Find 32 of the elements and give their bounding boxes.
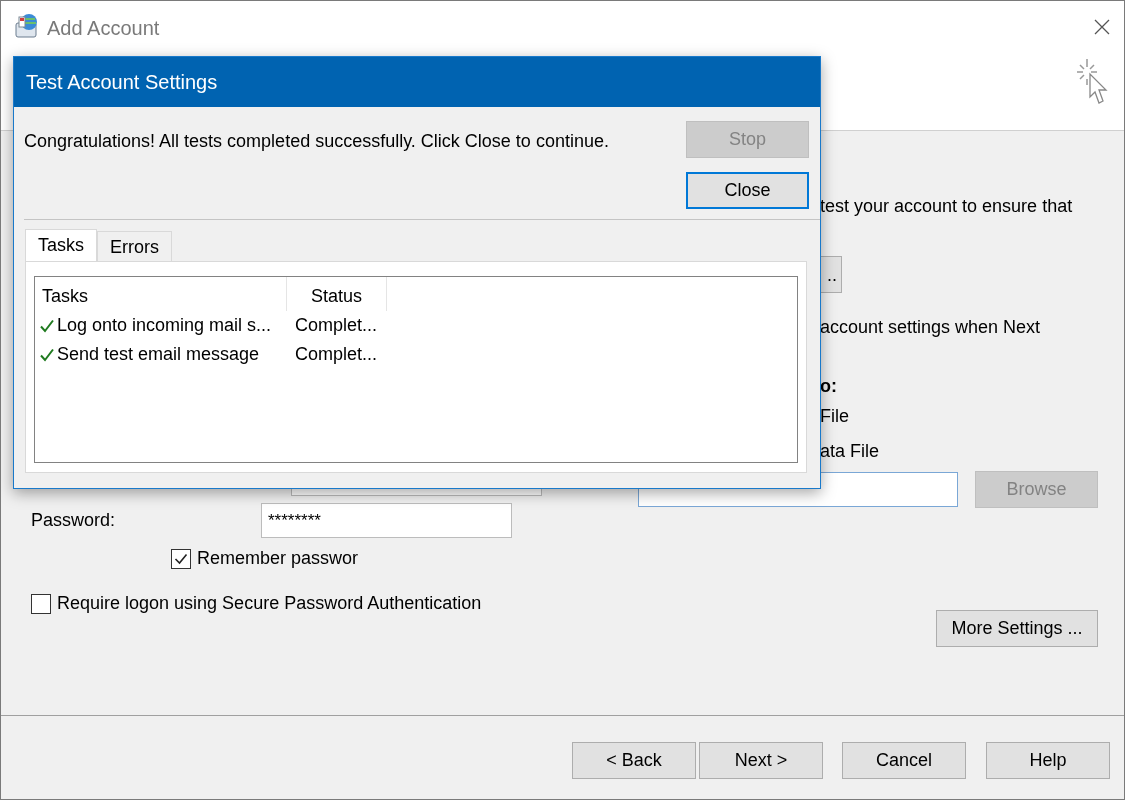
dialog-title: Test Account Settings xyxy=(26,70,218,94)
checkmark-icon xyxy=(174,551,188,566)
table-cell: Log onto incoming mail s... xyxy=(57,315,272,336)
checkbox-label: Require logon using Secure Password Authentication xyxy=(57,593,482,614)
mail-account-icon xyxy=(13,13,39,41)
table-cell: Send test email message xyxy=(57,344,260,365)
button[interactable]: .. xyxy=(820,256,842,293)
wizard-button[interactable]: Help xyxy=(986,742,1110,779)
message-text: Congratulations! All tests completed successfully. Click Close to continue. xyxy=(24,130,610,153)
label-text: File xyxy=(820,405,850,428)
label-text: ata File xyxy=(820,440,881,463)
wizard-button[interactable]: < Back xyxy=(572,742,696,779)
more-settings-button[interactable]: More Settings ... xyxy=(936,610,1098,647)
section-heading: o: xyxy=(820,375,838,398)
wizard-button[interactable]: Next > xyxy=(699,742,823,779)
column-header[interactable]: Status xyxy=(287,277,387,311)
tab[interactable]: Errors xyxy=(97,231,172,261)
tab[interactable]: Tasks xyxy=(25,229,97,261)
window-title: Add Account xyxy=(47,17,161,40)
table-cell: Complet... xyxy=(295,344,378,365)
password-field[interactable]: ******** xyxy=(261,503,512,538)
checkbox-label: Remember passwor xyxy=(197,548,359,569)
label-text: account settings when Next xyxy=(820,316,1042,339)
close-button[interactable]: Close xyxy=(686,172,809,209)
close-icon[interactable] xyxy=(1094,19,1110,35)
checkbox[interactable] xyxy=(171,548,191,569)
column-header[interactable]: Tasks xyxy=(35,277,287,311)
password-label: Password: xyxy=(30,510,117,531)
table-cell: Complet... xyxy=(295,315,378,336)
label-text: test your account to ensure that xyxy=(820,195,1074,218)
checkbox[interactable] xyxy=(31,593,51,614)
wizard-button[interactable]: Cancel xyxy=(842,742,966,779)
